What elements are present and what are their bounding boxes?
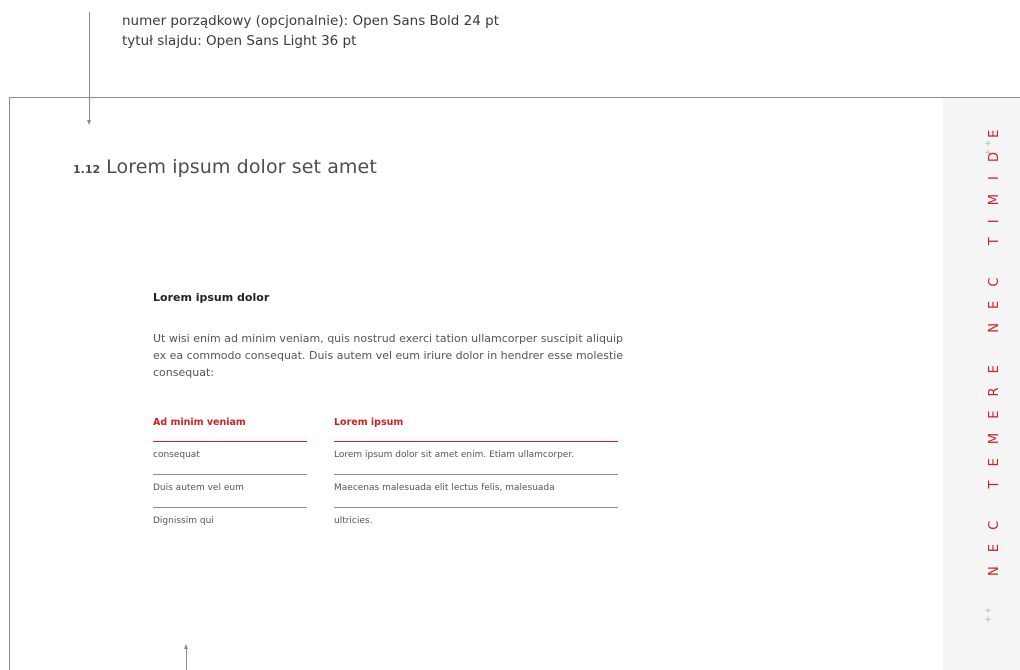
table-cell: Dignissim qui bbox=[153, 516, 214, 526]
slide-title: 1.12 Lorem ipsum dolor set amet bbox=[73, 156, 377, 178]
annotation-line-title: tytuł slajdu: Open Sans Light 36 pt bbox=[122, 33, 357, 49]
slide-border-left bbox=[9, 97, 10, 670]
table-column-2: Lorem ipsum Lorem ipsum dolor sit amet e… bbox=[334, 416, 618, 541]
side-vertical-text: NEC TEMERE NEC TIMIDE bbox=[987, 115, 1002, 576]
table-cell: Maecenas malesuada elit lectus felis, ma… bbox=[334, 475, 618, 508]
table-column-1: Ad minim veniam consequat Duis autem vel… bbox=[153, 416, 307, 541]
slide-title-text: Lorem ipsum dolor set amet bbox=[106, 156, 377, 178]
table-header-1: Ad minim veniam bbox=[153, 416, 307, 442]
table-cell: Lorem ipsum dolor sit amet enim. Etiam u… bbox=[334, 442, 618, 475]
cross-icon: + + bbox=[982, 607, 994, 625]
table-cell: consequat bbox=[153, 442, 307, 475]
page: numer porządkowy (opcjonalnie): Open San… bbox=[0, 0, 1020, 670]
content-heading: Lorem ipsum dolor bbox=[153, 291, 270, 304]
table-cell: Duis autem vel eum bbox=[153, 475, 307, 508]
arrow-down-icon bbox=[87, 120, 91, 125]
slide-border-top bbox=[9, 97, 1020, 98]
slide-number: 1.12 bbox=[73, 163, 101, 176]
annotation: numer porządkowy (opcjonalnie): Open San… bbox=[122, 11, 499, 51]
content-paragraph: Ut wisi enim ad minim veniam, quis nostr… bbox=[153, 332, 624, 379]
table-cell: ultricies. bbox=[334, 516, 373, 526]
guide-line-top bbox=[89, 12, 90, 120]
table-header-2: Lorem ipsum bbox=[334, 416, 618, 442]
annotation-line-number: numer porządkowy (opcjonalnie): Open San… bbox=[122, 13, 499, 29]
cross-glyph: + bbox=[984, 615, 992, 625]
side-panel bbox=[943, 98, 1020, 670]
guide-line-bottom bbox=[186, 649, 187, 670]
